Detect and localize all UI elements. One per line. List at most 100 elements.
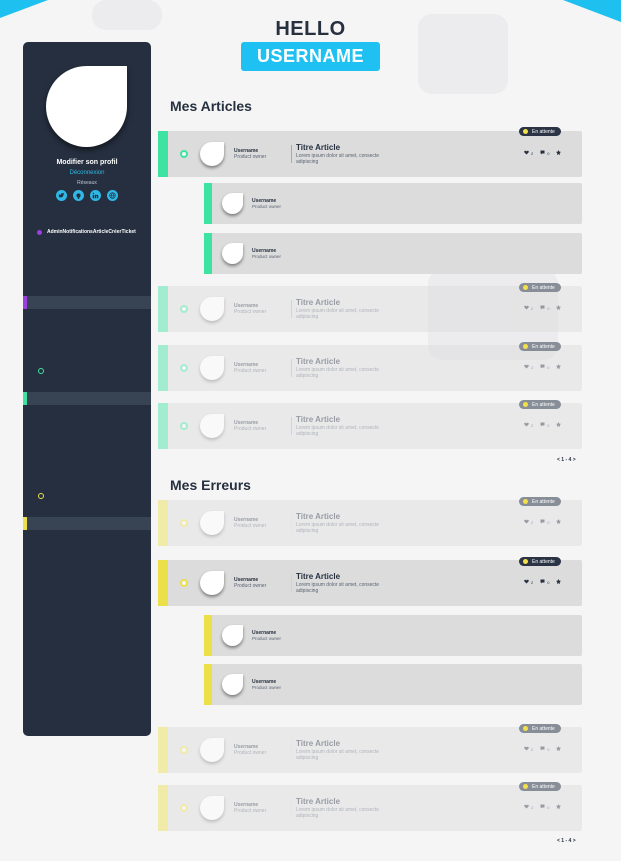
- avatar[interactable]: [200, 414, 224, 438]
- comment-icon[interactable]: [540, 150, 545, 156]
- card-role: Product owner: [234, 750, 267, 756]
- card-title[interactable]: Titre Article: [296, 357, 340, 366]
- comment-icon[interactable]: [540, 519, 545, 525]
- star-icon[interactable]: [556, 804, 562, 810]
- reply-card[interactable]: Username Product owner: [204, 233, 582, 274]
- avatar[interactable]: [200, 796, 224, 820]
- star-icon[interactable]: [556, 746, 562, 752]
- post-card[interactable]: Username Product owner Titre Article Lorem …: [158, 560, 582, 606]
- card-title[interactable]: Titre Article: [296, 739, 340, 748]
- linkedin-icon[interactable]: [90, 190, 101, 201]
- avatar[interactable]: [200, 297, 224, 321]
- card-title[interactable]: Titre Article: [296, 797, 340, 806]
- articles-pager[interactable]: < 1 - 4 >: [557, 457, 576, 463]
- avatar[interactable]: [222, 243, 243, 264]
- card-role: Product owner: [234, 368, 267, 374]
- heart-icon[interactable]: [524, 364, 529, 370]
- reply-card[interactable]: Username Product owner: [204, 664, 582, 705]
- star-icon[interactable]: [556, 364, 562, 370]
- edit-profile-link[interactable]: Modifier son profil: [23, 159, 151, 166]
- post-card[interactable]: Username Product owner Titre Article Lorem …: [158, 286, 582, 332]
- like-count: 2: [531, 519, 534, 525]
- sidebar-item-bar[interactable]: [23, 517, 151, 530]
- errors-pager[interactable]: < 1 - 4 >: [557, 838, 576, 844]
- heart-icon[interactable]: [524, 804, 529, 810]
- avatar[interactable]: [222, 674, 243, 695]
- heart-icon[interactable]: [524, 305, 529, 311]
- post-card[interactable]: Username Product owner Titre Article Lorem …: [158, 345, 582, 391]
- comment-icon[interactable]: [540, 305, 545, 311]
- avatar[interactable]: [200, 356, 224, 380]
- card-role: Product owner: [234, 426, 267, 432]
- comment-count: 0: [547, 305, 550, 311]
- sidebar-menu[interactable]: AdminNotificationsArticleCréerTicket: [37, 229, 136, 235]
- divider: [291, 145, 292, 163]
- star-icon[interactable]: [556, 305, 562, 311]
- reply-card[interactable]: Username Product owner: [204, 183, 582, 224]
- star-icon[interactable]: [556, 519, 562, 525]
- avatar[interactable]: [222, 625, 243, 646]
- card-description: Lorem ipsum dolor sit amet, consecte adi…: [296, 308, 380, 320]
- card-role: Product owner: [234, 583, 267, 589]
- reply-role: Product owner: [252, 204, 282, 209]
- comment-count: 0: [547, 746, 550, 752]
- status-dot-icon: [523, 559, 528, 564]
- post-card[interactable]: Username Product owner Titre Article Lorem …: [158, 403, 582, 449]
- comment-icon[interactable]: [540, 364, 545, 370]
- card-title[interactable]: Titre Article: [296, 572, 340, 581]
- card-accent-bar: [158, 727, 168, 773]
- post-card[interactable]: Username Product owner Titre Article Lorem …: [158, 500, 582, 546]
- comment-icon[interactable]: [540, 804, 545, 810]
- sidebar-item-bar[interactable]: [23, 296, 151, 309]
- comment-icon[interactable]: [540, 422, 545, 428]
- github-icon[interactable]: [73, 190, 84, 201]
- heart-icon[interactable]: [524, 746, 529, 752]
- star-icon[interactable]: [556, 579, 562, 585]
- comment-count: 0: [547, 150, 550, 156]
- globe-icon[interactable]: [107, 190, 118, 201]
- avatar[interactable]: [200, 511, 224, 535]
- status-dot-icon: [180, 579, 188, 587]
- avatar[interactable]: [200, 738, 224, 762]
- post-card[interactable]: Username Product owner Titre Article Lorem …: [158, 785, 582, 831]
- card-title[interactable]: Titre Article: [296, 415, 340, 424]
- sidebar-item-bar[interactable]: [23, 392, 151, 405]
- divider: [291, 574, 292, 592]
- card-stats: 20: [524, 579, 563, 585]
- card-stats: 20: [524, 804, 563, 810]
- post-card[interactable]: Username Product owner Titre Article Lorem …: [158, 727, 582, 773]
- card-description: Lorem ipsum dolor sit amet, consecte adi…: [296, 749, 380, 761]
- status-badge-label: En attente: [532, 725, 555, 732]
- card-accent-bar: [204, 615, 212, 656]
- like-count: 2: [531, 422, 534, 428]
- heart-icon[interactable]: [524, 150, 529, 156]
- card-title[interactable]: Titre Article: [296, 143, 340, 152]
- star-icon[interactable]: [556, 422, 562, 428]
- reply-role: Product owner: [252, 685, 282, 690]
- post-card[interactable]: Username Product owner Titre Article Lorem …: [158, 131, 582, 177]
- avatar[interactable]: [200, 142, 224, 166]
- like-count: 2: [531, 305, 534, 311]
- status-badge: En attente: [519, 283, 561, 292]
- card-title[interactable]: Titre Article: [296, 298, 340, 307]
- card-title[interactable]: Titre Article: [296, 512, 340, 521]
- card-description: Lorem ipsum dolor sit amet, consecte adi…: [296, 807, 380, 819]
- avatar[interactable]: [222, 193, 243, 214]
- like-count: 2: [531, 804, 534, 810]
- profile-avatar[interactable]: [46, 66, 127, 147]
- comment-icon[interactable]: [540, 746, 545, 752]
- heart-icon[interactable]: [524, 579, 529, 585]
- heart-icon[interactable]: [524, 519, 529, 525]
- twitter-icon[interactable]: [56, 190, 67, 201]
- star-icon[interactable]: [556, 150, 562, 156]
- like-count: 2: [531, 150, 534, 156]
- avatar[interactable]: [200, 571, 224, 595]
- hello-heading: HELLO: [275, 18, 346, 40]
- card-accent-bar: [204, 233, 212, 274]
- heart-icon[interactable]: [524, 422, 529, 428]
- status-badge-label: En attente: [532, 783, 555, 790]
- reply-card[interactable]: Username Product owner: [204, 615, 582, 656]
- comment-icon[interactable]: [540, 579, 545, 585]
- status-dot-icon: [38, 368, 44, 374]
- logout-link[interactable]: Déconnexion: [23, 170, 151, 176]
